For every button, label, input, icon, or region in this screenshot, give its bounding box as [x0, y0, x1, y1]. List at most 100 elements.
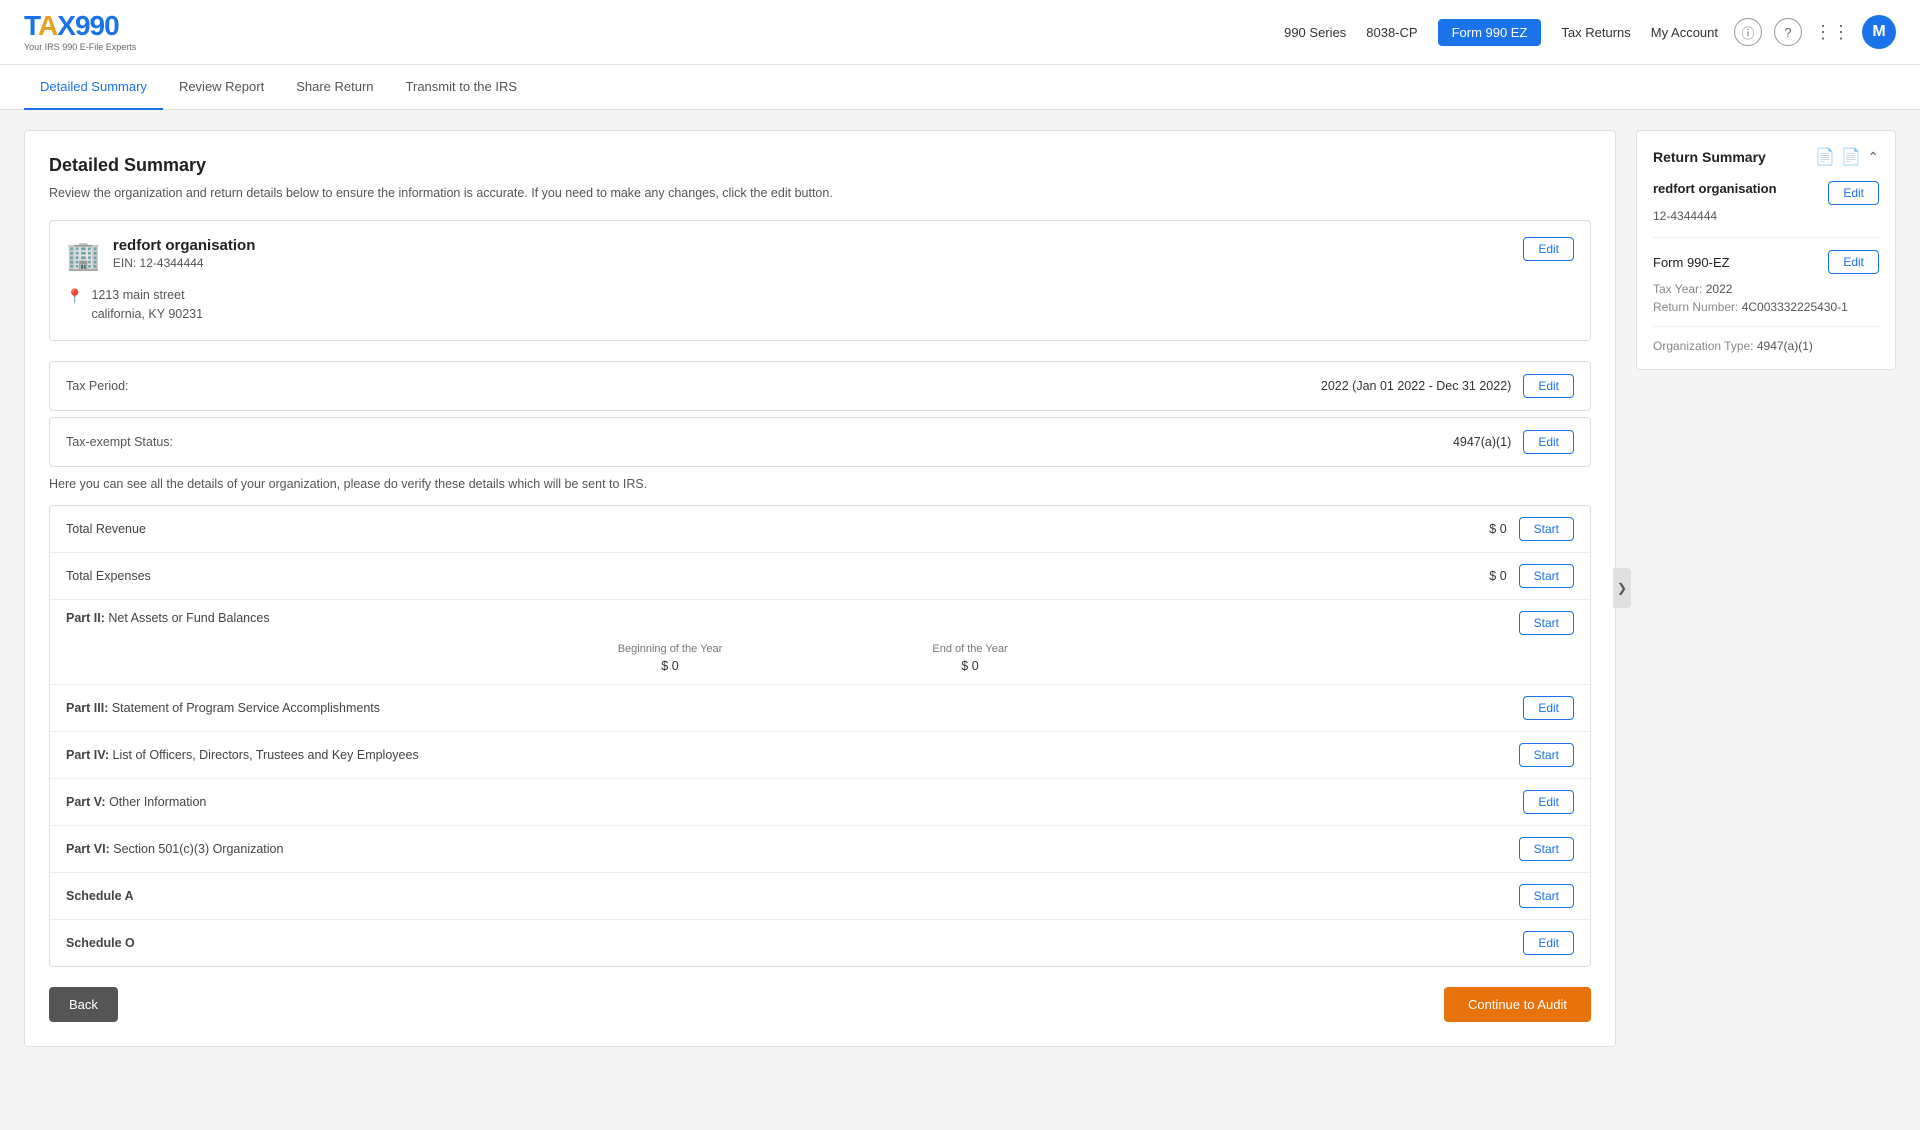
sidebar-chevron-up[interactable]: ⌃ [1867, 149, 1879, 166]
nav-990-series[interactable]: 990 Series [1284, 25, 1346, 40]
continue-button[interactable]: Continue to Audit [1444, 987, 1591, 1022]
sidebar-org-type-value: 4947(a)(1) [1757, 339, 1813, 353]
header-nav: 990 Series 8038-CP Form 990 EZ Tax Retur… [1284, 19, 1718, 46]
part-iii-row: Part III: Statement of Program Service A… [50, 685, 1590, 732]
nav-8038-cp[interactable]: 8038-CP [1366, 25, 1417, 40]
part-ii-col-values: $ 0 $ 0 [580, 659, 1060, 673]
part-iv-row: Part IV: List of Officers, Directors, Tr… [50, 732, 1590, 779]
part-ii-start-button[interactable]: Start [1519, 611, 1574, 635]
address-line1: 1213 main street [91, 286, 203, 305]
bottom-bar: Back Continue to Audit [49, 987, 1591, 1022]
sidebar-header-right: 📄 📄 ⌃ [1815, 147, 1879, 167]
tab-review-report[interactable]: Review Report [163, 65, 280, 110]
schedule-a-bold: Schedule A [66, 889, 134, 903]
part-v-row: Part V: Other Information Edit [50, 779, 1590, 826]
help-icon[interactable]: ? [1774, 18, 1802, 46]
sidebar-divider-2 [1653, 326, 1879, 327]
part-ii-col-headers: Beginning of the Year End of the Year [580, 643, 1060, 655]
part-vi-bold: Part VI: [66, 842, 110, 856]
schedule-o-value-area: Edit [1523, 931, 1574, 955]
part-v-value-area: Edit [1523, 790, 1574, 814]
details-table: Total Revenue $ 0 Start Total Expenses $… [49, 505, 1591, 967]
schedule-a-start-button[interactable]: Start [1519, 884, 1574, 908]
part-v-rest: Other Information [106, 795, 207, 809]
sidebar-return-number-value: 4C003332225430-1 [1742, 300, 1848, 314]
total-expenses-start-button[interactable]: Start [1519, 564, 1574, 588]
sidebar-form-edit-button[interactable]: Edit [1828, 250, 1879, 274]
sidebar-org-type-row: Organization Type: 4947(a)(1) [1653, 339, 1879, 353]
schedule-a-value-area: Start [1519, 884, 1574, 908]
sidebar-form-name: Form 990-EZ [1653, 255, 1730, 270]
schedule-a-label: Schedule A [66, 889, 1519, 903]
total-expenses-amount: $ 0 [1467, 569, 1507, 583]
org-edit-button[interactable]: Edit [1523, 237, 1574, 261]
part-iv-start-button[interactable]: Start [1519, 743, 1574, 767]
header-icons: ⓘ ? ⋮⋮ M [1734, 15, 1896, 49]
tax-exempt-edit-button[interactable]: Edit [1523, 430, 1574, 454]
tab-transmit-irs[interactable]: Transmit to the IRS [390, 65, 534, 110]
tax-period-value: 2022 (Jan 01 2022 - Dec 31 2022) [1321, 379, 1511, 393]
nav-tax-returns[interactable]: Tax Returns [1561, 25, 1630, 40]
part-iii-bold: Part III: [66, 701, 108, 715]
total-revenue-start-button[interactable]: Start [1519, 517, 1574, 541]
sidebar-form-row: Form 990-EZ Edit [1653, 250, 1879, 274]
schedule-o-edit-button[interactable]: Edit [1523, 931, 1574, 955]
total-expenses-value-area: $ 0 Start [1467, 564, 1574, 588]
total-revenue-row: Total Revenue $ 0 Start [50, 506, 1590, 553]
nav-form-990-ez[interactable]: Form 990 EZ [1438, 19, 1542, 46]
tax-exempt-value: 4947(a)(1) [1453, 435, 1511, 449]
avatar[interactable]: M [1862, 15, 1896, 49]
org-address-lines: 1213 main street california, KY 90231 [91, 286, 203, 324]
total-expenses-row: Total Expenses $ 0 Start [50, 553, 1590, 600]
sidebar-panel: Return Summary 📄 📄 ⌃ redfort organisatio… [1636, 130, 1896, 370]
logo-tagline: Your IRS 990 E-File Experts [24, 42, 136, 52]
tab-share-return[interactable]: Share Return [280, 65, 389, 110]
part-vi-value-area: Start [1519, 837, 1574, 861]
part-iv-rest: List of Officers, Directors, Trustees an… [109, 748, 419, 762]
tab-detailed-summary[interactable]: Detailed Summary [24, 65, 163, 110]
grid-icon[interactable]: ⋮⋮ [1814, 22, 1850, 43]
part-vi-row: Part VI: Section 501(c)(3) Organization … [50, 826, 1590, 873]
logo-area: TAX990 Your IRS 990 E-File Experts [24, 12, 136, 52]
building-icon: 🏢 [66, 239, 101, 272]
tax-period-right: 2022 (Jan 01 2022 - Dec 31 2022) Edit [1321, 374, 1574, 398]
main-layout: ❯ Detailed Summary Review the organizati… [0, 110, 1920, 1067]
tax-exempt-right: 4947(a)(1) Edit [1453, 430, 1574, 454]
sidebar-divider-1 [1653, 237, 1879, 238]
schedule-a-row: Schedule A Start [50, 873, 1590, 920]
panel-toggle-button[interactable]: ❯ [1613, 568, 1631, 608]
org-card: 🏢 redfort organisation EIN: 12-4344444 E… [49, 220, 1591, 341]
sidebar-tax-year-label: Tax Year: [1653, 282, 1702, 296]
back-button[interactable]: Back [49, 987, 118, 1022]
part-v-label: Part V: Other Information [66, 795, 1523, 809]
sidebar-org-edit-button[interactable]: Edit [1828, 181, 1879, 205]
sidebar-tax-year-value: 2022 [1706, 282, 1733, 296]
tax-exempt-row: Tax-exempt Status: 4947(a)(1) Edit [49, 417, 1591, 467]
part-vi-start-button[interactable]: Start [1519, 837, 1574, 861]
part-v-edit-button[interactable]: Edit [1523, 790, 1574, 814]
org-name: redfort organisation [113, 237, 256, 254]
address-line2: california, KY 90231 [91, 305, 203, 324]
tax-period-label: Tax Period: [66, 379, 129, 393]
subnav: Detailed Summary Review Report Share Ret… [0, 65, 1920, 110]
content-panel: ❯ Detailed Summary Review the organizati… [24, 130, 1616, 1047]
sidebar-title: Return Summary [1653, 149, 1766, 165]
part-iii-label: Part III: Statement of Program Service A… [66, 701, 1523, 715]
part-iv-value-area: Start [1519, 743, 1574, 767]
part-ii-row: Part II: Net Assets or Fund Balances Sta… [50, 600, 1590, 685]
section-desc: Here you can see all the details of your… [49, 477, 1591, 491]
part-ii-label-rest: Net Assets or Fund Balances [105, 611, 270, 625]
part-ii-col1-value: $ 0 [580, 659, 760, 673]
part-ii-label-bold: Part II: [66, 611, 105, 625]
part-v-bold: Part V: [66, 795, 106, 809]
pdf-icon-orange: 📄 [1841, 147, 1861, 167]
nav-my-account[interactable]: My Account [1651, 25, 1718, 40]
total-revenue-value-area: $ 0 Start [1467, 517, 1574, 541]
info-icon[interactable]: ⓘ [1734, 18, 1762, 46]
part-iii-edit-button[interactable]: Edit [1523, 696, 1574, 720]
logo[interactable]: TAX990 [24, 12, 136, 40]
part-iv-bold: Part IV: [66, 748, 109, 762]
tax-period-edit-button[interactable]: Edit [1523, 374, 1574, 398]
panel-title: Detailed Summary [49, 155, 1591, 176]
panel-subtitle: Review the organization and return detai… [49, 186, 1591, 200]
